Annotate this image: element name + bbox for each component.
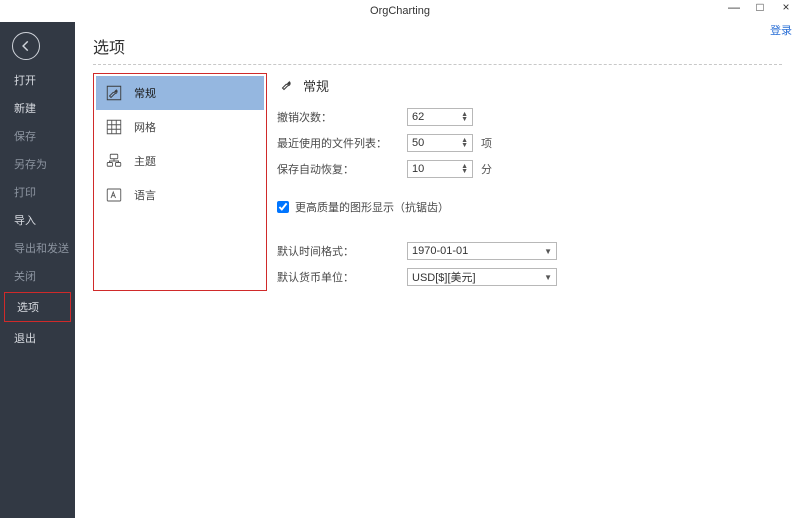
settings-panel: 常规 撤销次数： 62 ▲▼ 最近使用的文件列表： 50 ▲▼ 项 [277,73,782,291]
category-label: 常规 [134,85,156,101]
app-title: OrgCharting [370,5,430,17]
sidebar-item-exit[interactable]: 退出 [0,324,75,352]
close-button[interactable]: × [778,0,794,14]
category-label: 语言 [134,187,156,203]
category-label: 主题 [134,153,156,169]
window-controls: — □ × [726,0,794,14]
sidebar-item-print[interactable]: 打印 [0,178,75,206]
antialias-checkbox[interactable] [277,201,289,213]
wrench-icon [277,75,297,95]
sidebar-item-export[interactable]: 导出和发送 [0,234,75,262]
currency-value: USD[$][美元] [412,269,476,285]
section-title: 常规 [303,76,329,95]
sidebar-item-new[interactable]: 新建 [0,94,75,122]
autosave-value: 10 [412,163,424,175]
back-button[interactable] [12,32,40,60]
dateformat-value: 1970-01-01 [412,245,468,257]
spinner-icon[interactable]: ▲▼ [461,164,468,174]
maximize-button[interactable]: □ [752,0,768,14]
chevron-down-icon: ▼ [544,247,552,256]
sidebar: 打开 新建 保存 另存为 打印 导入 导出和发送 关闭 选项 退出 [0,22,75,518]
recent-unit: 项 [481,135,492,151]
antialias-checkbox-row[interactable]: 更高质量的图形显示（抗锯齿） [277,199,782,215]
sidebar-item-save[interactable]: 保存 [0,122,75,150]
page-title: 选项 [93,34,782,58]
undo-input[interactable]: 62 ▲▼ [407,108,473,126]
undo-value: 62 [412,111,424,123]
dateformat-combo[interactable]: 1970-01-01 ▼ [407,242,557,260]
autosave-unit: 分 [481,161,492,177]
title-bar: OrgCharting — □ × [0,0,800,22]
language-icon [104,185,124,205]
currency-combo[interactable]: USD[$][美元] ▼ [407,268,557,286]
sidebar-item-import[interactable]: 导入 [0,206,75,234]
category-list: 常规 网格 主题 语言 [93,73,267,291]
spinner-icon[interactable]: ▲▼ [461,138,468,148]
minimize-button[interactable]: — [726,0,742,14]
undo-label: 撤销次数： [277,109,407,125]
recent-label: 最近使用的文件列表： [277,135,407,151]
sidebar-item-open[interactable]: 打开 [0,66,75,94]
category-theme[interactable]: 主题 [96,144,264,178]
sidebar-item-closefile[interactable]: 关闭 [0,262,75,290]
autosave-label: 保存自动恢复： [277,161,407,177]
theme-icon [104,151,124,171]
content-area: 选项 常规 网格 [75,22,800,518]
grid-icon [104,117,124,137]
spinner-icon[interactable]: ▲▼ [461,112,468,122]
chevron-down-icon: ▼ [544,273,552,282]
separator [93,64,782,65]
recent-input[interactable]: 50 ▲▼ [407,134,473,152]
wrench-icon [104,83,124,103]
currency-label: 默认货币单位： [277,269,407,285]
category-label: 网格 [134,119,156,135]
section-header: 常规 [277,75,782,95]
category-language[interactable]: 语言 [96,178,264,212]
category-general[interactable]: 常规 [96,76,264,110]
antialias-label: 更高质量的图形显示（抗锯齿） [295,199,449,215]
autosave-input[interactable]: 10 ▲▼ [407,160,473,178]
category-grid[interactable]: 网格 [96,110,264,144]
recent-value: 50 [412,137,424,149]
dateformat-label: 默认时间格式： [277,243,407,259]
sidebar-item-options[interactable]: 选项 [5,293,70,321]
sidebar-item-saveas[interactable]: 另存为 [0,150,75,178]
arrow-left-icon [19,39,33,53]
